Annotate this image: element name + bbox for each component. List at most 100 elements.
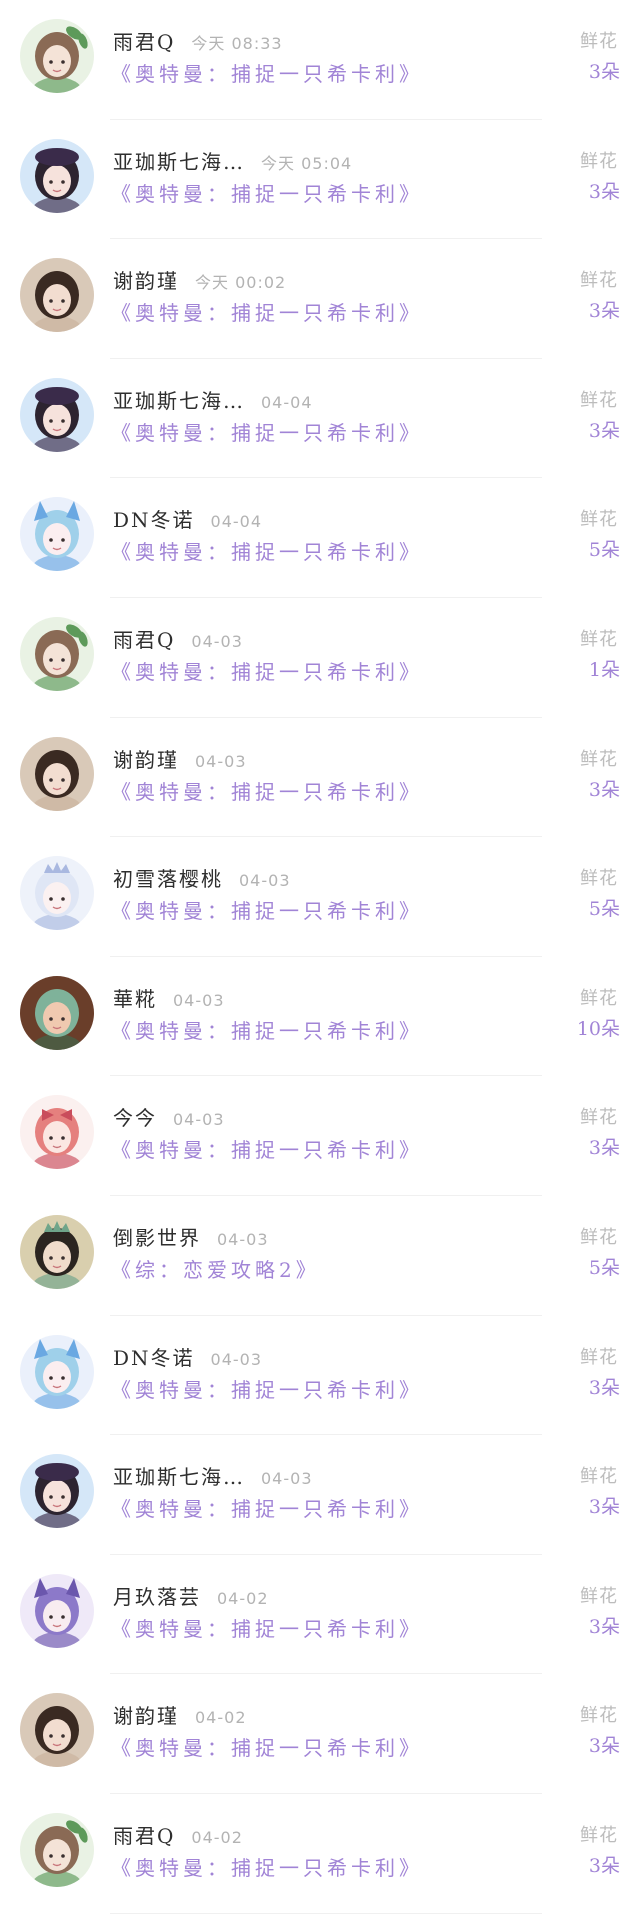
list-item[interactable]: 亚珈斯七海… 04-04 《奥特曼：捕捉一只希卡利》 鲜花 3朵 <box>0 359 640 479</box>
list-item[interactable]: 華糀 04-03 《奥特曼：捕捉一只希卡利》 鲜花 10朵 <box>0 957 640 1077</box>
gift-type: 鲜花 <box>580 1466 618 1488</box>
list-item[interactable]: 谢韵瑾 今天 00:02 《奥特曼：捕捉一只希卡利》 鲜花 3朵 <box>0 239 640 359</box>
username[interactable]: DN冬诺 <box>113 504 195 533</box>
user-meta: 月玖落芸 04-02 <box>113 1581 269 1610</box>
gift-count: 5朵 <box>588 898 620 921</box>
username[interactable]: 雨君Q <box>113 624 175 653</box>
username[interactable]: 初雪落樱桃 <box>113 863 223 892</box>
girl-beret-avatar[interactable] <box>20 377 94 452</box>
list-item[interactable]: 雨君Q 04-03 《奥特曼：捕捉一只希卡利》 鲜花 1朵 <box>0 598 640 718</box>
gift-count: 3朵 <box>588 1615 620 1638</box>
list-item[interactable]: 亚珈斯七海… 今天 05:04 《奥特曼：捕捉一只希卡利》 鲜花 3朵 <box>0 120 640 240</box>
gift-count: 3朵 <box>588 1496 620 1519</box>
gift-type: 鲜花 <box>580 1107 618 1129</box>
timestamp: 04-04 <box>210 512 263 532</box>
cartoon-girl-avatar[interactable] <box>20 616 94 691</box>
gift-count: 3朵 <box>588 1137 620 1160</box>
list-item[interactable]: DN冬诺 04-04 《奥特曼：捕捉一只希卡利》 鲜花 5朵 <box>0 478 640 598</box>
book-title[interactable]: 《综：恋爱攻略2》 <box>111 1254 320 1283</box>
user-meta: 初雪落樱桃 04-03 <box>113 863 291 892</box>
user-meta: 雨君Q 04-02 <box>113 1820 243 1849</box>
username[interactable]: 谢韵瑾 <box>113 265 179 294</box>
list-item[interactable]: 倒影世界 04-03 《综：恋爱攻略2》 鲜花 5朵 <box>0 1196 640 1316</box>
username[interactable]: 雨君Q <box>113 1820 175 1849</box>
username[interactable]: 亚珈斯七海… <box>113 146 245 175</box>
girl-beret-avatar[interactable] <box>20 138 94 213</box>
list-item[interactable]: 雨君Q 04-02 《奥特曼：捕捉一只希卡利》 鲜花 3朵 <box>0 1794 640 1914</box>
book-title[interactable]: 《奥特曼：捕捉一只希卡利》 <box>111 656 423 685</box>
gift-type: 鲜花 <box>580 748 618 770</box>
username[interactable]: 雨君Q <box>113 26 175 55</box>
book-title[interactable]: 《奥特曼：捕捉一只希卡利》 <box>111 297 423 326</box>
list-item[interactable]: 亚珈斯七海… 04-03 《奥特曼：捕捉一只希卡利》 鲜花 3朵 <box>0 1435 640 1555</box>
gift-count: 5朵 <box>588 1256 620 1279</box>
timestamp: 04-03 <box>210 1349 263 1369</box>
book-title[interactable]: 《奥特曼：捕捉一只希卡利》 <box>111 1015 423 1044</box>
book-title[interactable]: 《奥特曼：捕捉一只希卡利》 <box>111 417 423 446</box>
gift-type: 鲜花 <box>580 628 618 650</box>
girl-photo-avatar[interactable] <box>20 1693 94 1768</box>
book-title[interactable]: 《奥特曼：捕捉一只希卡利》 <box>111 58 423 87</box>
list-item[interactable]: 初雪落樱桃 04-03 《奥特曼：捕捉一只希卡利》 鲜花 5朵 <box>0 837 640 957</box>
timestamp: 今天 00:02 <box>195 273 287 293</box>
gift-count: 3朵 <box>588 1735 620 1758</box>
gift-count: 10朵 <box>576 1017 620 1040</box>
timestamp: 04-02 <box>191 1827 243 1847</box>
gift-type: 鲜花 <box>580 1585 618 1607</box>
gift-type: 鲜花 <box>580 1705 618 1727</box>
gift-type: 鲜花 <box>580 389 618 411</box>
list-item[interactable]: 今今 04-03 《奥特曼：捕捉一只希卡利》 鲜花 3朵 <box>0 1076 640 1196</box>
book-title[interactable]: 《奥特曼：捕捉一只希卡利》 <box>111 536 423 565</box>
anime-purple-avatar[interactable] <box>20 1573 94 1648</box>
book-title[interactable]: 《奥特曼：捕捉一只希卡利》 <box>111 1374 423 1403</box>
book-title[interactable]: 《奥特曼：捕捉一只希卡利》 <box>111 178 423 207</box>
gift-type: 鲜花 <box>580 987 618 1009</box>
gift-type: 鲜花 <box>580 1226 618 1248</box>
username[interactable]: 谢韵瑾 <box>113 744 179 773</box>
costume-girl-avatar[interactable] <box>20 1214 94 1289</box>
book-title[interactable]: 《奥特曼：捕捉一只希卡利》 <box>111 895 423 924</box>
anime-white-avatar[interactable] <box>20 856 94 931</box>
username[interactable]: 華糀 <box>113 983 157 1012</box>
timestamp: 04-03 <box>191 631 243 651</box>
username[interactable]: DN冬诺 <box>113 1342 195 1371</box>
user-meta: 亚珈斯七海… 04-03 <box>113 1461 313 1490</box>
username[interactable]: 倒影世界 <box>113 1222 201 1251</box>
gift-count: 3朵 <box>588 61 620 83</box>
user-meta: 倒影世界 04-03 <box>113 1222 269 1251</box>
username[interactable]: 月玖落芸 <box>113 1581 201 1610</box>
user-meta: 亚珈斯七海… 今天 05:04 <box>113 146 352 175</box>
book-title[interactable]: 《奥特曼：捕捉一只希卡利》 <box>111 1852 423 1881</box>
username[interactable]: 亚珈斯七海… <box>113 1461 245 1490</box>
anime-pink-avatar[interactable] <box>20 1095 94 1170</box>
timestamp: 04-03 <box>261 1469 313 1489</box>
timestamp: 04-03 <box>239 871 291 891</box>
user-meta: 谢韵瑾 04-02 <box>113 1700 247 1729</box>
book-title[interactable]: 《奥特曼：捕捉一只希卡利》 <box>111 1613 423 1642</box>
gift-type: 鲜花 <box>580 150 618 172</box>
book-title[interactable]: 《奥特曼：捕捉一只希卡利》 <box>111 1493 423 1522</box>
list-item[interactable]: DN冬诺 04-03 《奥特曼：捕捉一只希卡利》 鲜花 3朵 <box>0 1316 640 1436</box>
anime-blue-avatar[interactable] <box>20 497 94 572</box>
girl-photo-avatar[interactable] <box>20 736 94 811</box>
green-hair-avatar[interactable] <box>20 975 94 1050</box>
username[interactable]: 亚珈斯七海… <box>113 385 245 414</box>
book-title[interactable]: 《奥特曼：捕捉一只希卡利》 <box>111 1732 423 1761</box>
list-item[interactable]: 谢韵瑾 04-03 《奥特曼：捕捉一只希卡利》 鲜花 3朵 <box>0 718 640 838</box>
cartoon-girl-avatar[interactable] <box>20 19 94 93</box>
username[interactable]: 今今 <box>113 1102 157 1131</box>
username[interactable]: 谢韵瑾 <box>113 1700 179 1729</box>
book-title[interactable]: 《奥特曼：捕捉一只希卡利》 <box>111 1134 423 1163</box>
user-meta: 今今 04-03 <box>113 1102 225 1131</box>
gift-count: 3朵 <box>588 300 620 323</box>
book-title[interactable]: 《奥特曼：捕捉一只希卡利》 <box>111 776 423 805</box>
list-item[interactable]: 雨君Q 今天 08:33 《奥特曼：捕捉一只希卡利》 鲜花 3朵 <box>0 0 640 120</box>
girl-beret-avatar[interactable] <box>20 1454 94 1529</box>
cartoon-girl-avatar[interactable] <box>20 1812 94 1887</box>
anime-blue-avatar[interactable] <box>20 1334 94 1409</box>
user-meta: 谢韵瑾 今天 00:02 <box>113 265 287 294</box>
gift-type: 鲜花 <box>580 1346 618 1368</box>
list-item[interactable]: 谢韵瑾 04-02 《奥特曼：捕捉一只希卡利》 鲜花 3朵 <box>0 1674 640 1794</box>
list-item[interactable]: 月玖落芸 04-02 《奥特曼：捕捉一只希卡利》 鲜花 3朵 <box>0 1555 640 1675</box>
girl-photo-avatar[interactable] <box>20 258 94 333</box>
